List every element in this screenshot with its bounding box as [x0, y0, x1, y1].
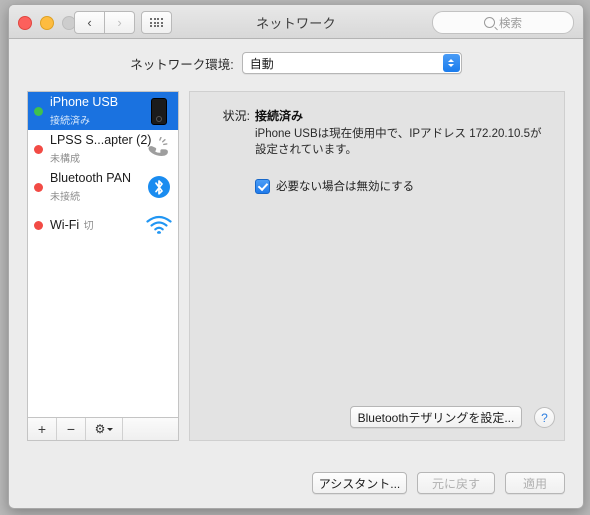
configure-bluetooth-tethering-button[interactable]: Bluetoothテザリングを設定... [350, 406, 522, 428]
bluetooth-icon [144, 176, 174, 198]
help-button[interactable]: ? [534, 407, 555, 428]
add-service-button[interactable]: + [28, 418, 57, 440]
gear-icon: ⚙ [94, 422, 106, 436]
network-preferences-window: ‹ › ネットワーク 検索 ネットワーク環境: 自動 iPhone USB 接続… [8, 4, 584, 509]
service-text: iPhone USB 接続済み [50, 93, 144, 129]
service-actions-button[interactable]: ⚙ [86, 418, 123, 440]
service-row-bluetooth-pan[interactable]: Bluetooth PAN 未接続 [28, 168, 178, 206]
service-name: LPSS S...apter (2) [50, 133, 152, 147]
chevron-updown-icon [442, 54, 460, 72]
status-description: iPhone USBは現在使用中で、IPアドレス 172.20.10.5が設定さ… [255, 128, 542, 156]
service-detail-panel: 状況: 接続済み iPhone USBは現在使用中で、IPアドレス 172.20… [189, 91, 565, 441]
network-environment-value: 自動 [249, 56, 274, 71]
network-environment-select[interactable]: 自動 [241, 52, 462, 74]
wifi-icon [144, 215, 174, 235]
status-label: 状況: [222, 109, 250, 123]
disable-when-unneeded-checkbox[interactable] [255, 178, 270, 194]
service-text: Wi-Fi 切 [50, 216, 144, 234]
service-text: Bluetooth PAN 未接続 [50, 169, 144, 205]
service-name: Bluetooth PAN [50, 171, 132, 185]
service-status: 切 [83, 221, 94, 232]
search-placeholder: 検索 [499, 17, 522, 30]
search-input[interactable]: 検索 [432, 11, 574, 34]
iphone-icon [144, 97, 174, 125]
status-dot-connected [34, 106, 43, 116]
service-list-toolbar: + − ⚙ [28, 417, 178, 440]
status-value: 接続済み [255, 109, 304, 123]
service-list-sidebar: iPhone USB 接続済み LPSS S...apter (2) 未構成 B… [27, 91, 179, 441]
window-titlebar: ‹ › ネットワーク 検索 [9, 5, 583, 39]
footer-buttons: アシスタント... 元に戻す 適用 [312, 472, 565, 494]
modem-icon [144, 137, 174, 161]
checkmark-icon [257, 179, 268, 191]
network-environment-label: ネットワーク環境: [130, 57, 234, 72]
toolbar-filler [123, 418, 178, 440]
remove-service-button[interactable]: − [57, 418, 86, 440]
service-row-lpss-adapter[interactable]: LPSS S...apter (2) 未構成 [28, 130, 178, 168]
apply-button: 適用 [505, 472, 565, 494]
chevron-down-icon [107, 427, 114, 431]
network-environment-row: ネットワーク環境: 自動 [9, 52, 583, 74]
status-dot-disconnected [34, 182, 43, 192]
service-name: iPhone USB [50, 95, 119, 109]
service-status: 未接続 [50, 192, 80, 203]
service-name: Wi-Fi [50, 218, 80, 232]
assistant-button[interactable]: アシスタント... [312, 472, 407, 494]
content-area: iPhone USB 接続済み LPSS S...apter (2) 未構成 B… [27, 91, 565, 441]
service-text: LPSS S...apter (2) 未構成 [50, 131, 151, 167]
service-row-wifi[interactable]: Wi-Fi 切 [28, 206, 178, 244]
status-dot-off [34, 220, 43, 230]
status-line: 状況: 接続済み [206, 107, 546, 124]
service-status: 未構成 [50, 154, 80, 165]
disable-when-unneeded-row[interactable]: 必要ない場合は無効にする [255, 178, 414, 194]
revert-button: 元に戻す [417, 472, 495, 494]
service-list: iPhone USB 接続済み LPSS S...apter (2) 未構成 B… [28, 92, 178, 418]
service-row-iphone-usb[interactable]: iPhone USB 接続済み [28, 92, 178, 130]
status-dot-unconfigured [34, 144, 43, 154]
search-icon [484, 17, 495, 28]
disable-when-unneeded-label: 必要ない場合は無効にする [276, 181, 415, 193]
service-status: 接続済み [50, 116, 90, 127]
